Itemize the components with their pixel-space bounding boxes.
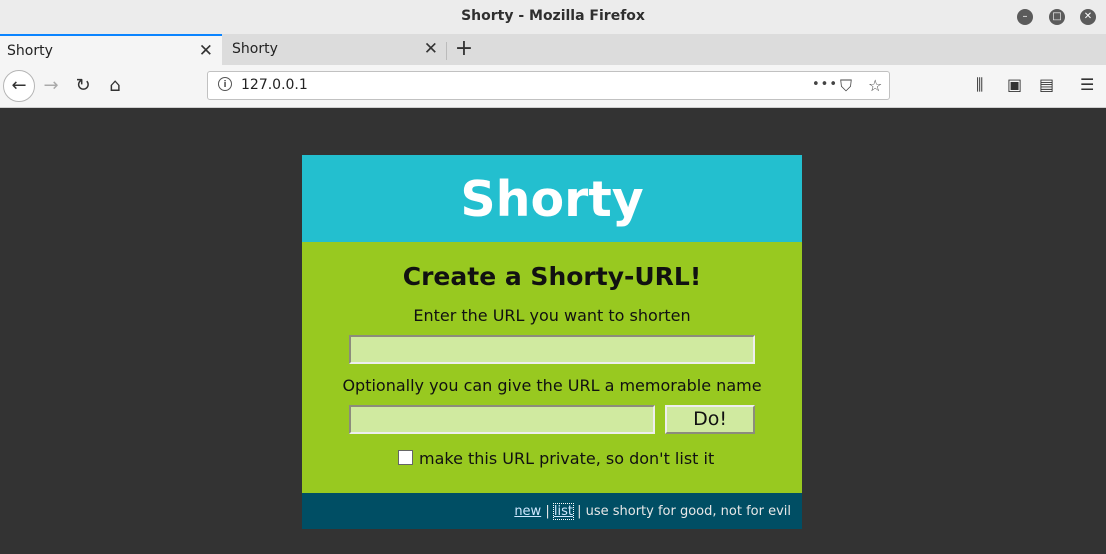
navigation-toolbar: ← → ↻ ⌂ i 127.0.0.1 ••• ⛉ ☆ ⫼ ▣ ▤ ☰ — [0, 65, 1106, 108]
close-window-icon[interactable]: ✕ — [1080, 9, 1096, 25]
tab-label: Shorty — [7, 43, 53, 59]
pocket-icon[interactable]: ⛉ — [840, 76, 852, 96]
card-footer: new | list | use shorty for good, not fo… — [302, 493, 802, 529]
tab-close-icon[interactable]: ✕ — [199, 41, 213, 61]
form-heading: Create a Shorty-URL! — [402, 262, 702, 291]
info-icon[interactable]: i — [218, 77, 232, 91]
window-titlebar: Shorty - Mozilla Firefox – □ ✕ — [0, 0, 1106, 35]
list-link[interactable]: list — [552, 503, 574, 520]
tab-close-icon[interactable]: ✕ — [424, 39, 438, 59]
tab-divider — [446, 42, 447, 60]
new-link[interactable]: new — [514, 504, 541, 519]
page-title: Shorty — [460, 171, 644, 228]
reload-icon[interactable]: ↻ — [71, 74, 95, 98]
private-label: make this URL private, so don't list it — [419, 449, 715, 468]
forward-arrow-icon[interactable]: → — [39, 74, 63, 98]
url-bar[interactable]: i 127.0.0.1 ••• ⛉ ☆ — [207, 71, 890, 100]
card-header: Shorty — [302, 155, 802, 242]
url-input[interactable] — [349, 335, 755, 364]
shorten-form: Create a Shorty-URL! Enter the URL you w… — [302, 242, 802, 493]
name-input[interactable] — [349, 405, 655, 434]
private-option: make this URL private, so don't list it — [398, 449, 714, 468]
tab-shorty-2[interactable]: Shorty ✕ — [225, 34, 447, 65]
name-label: Optionally you can give the URL a memora… — [342, 376, 762, 395]
selenium-icon[interactable]: ▤ — [1039, 75, 1054, 94]
bookmark-star-icon[interactable]: ☆ — [868, 76, 882, 95]
home-icon[interactable]: ⌂ — [103, 74, 127, 98]
back-arrow-icon[interactable]: ← — [3, 70, 35, 102]
url-label: Enter the URL you want to shorten — [413, 306, 691, 325]
shorty-card: Shorty Create a Shorty-URL! Enter the UR… — [302, 155, 802, 529]
page-actions-icon[interactable]: ••• — [812, 77, 838, 92]
library-icon[interactable]: ⫼ — [976, 75, 983, 95]
tab-shorty-1[interactable]: Shorty ✕ — [0, 34, 222, 65]
menu-icon[interactable]: ☰ — [1080, 75, 1094, 94]
url-text[interactable]: 127.0.0.1 — [241, 77, 308, 93]
private-checkbox[interactable] — [398, 450, 413, 465]
new-tab-icon[interactable]: + — [452, 36, 476, 61]
window-title: Shorty - Mozilla Firefox — [461, 8, 645, 24]
footer-separator: | — [541, 504, 554, 519]
footer-text: new | list | use shorty for good, not fo… — [514, 503, 791, 520]
maximize-icon[interactable]: □ — [1049, 9, 1065, 25]
submit-button[interactable]: Do! — [665, 405, 755, 434]
minimize-icon[interactable]: – — [1017, 9, 1033, 25]
footer-tagline: | use shorty for good, not for evil — [572, 504, 791, 519]
sidebar-icon[interactable]: ▣ — [1007, 75, 1022, 94]
tab-label: Shorty — [232, 41, 278, 57]
tab-bar: Shorty ✕ Shorty ✕ — [0, 34, 1106, 65]
